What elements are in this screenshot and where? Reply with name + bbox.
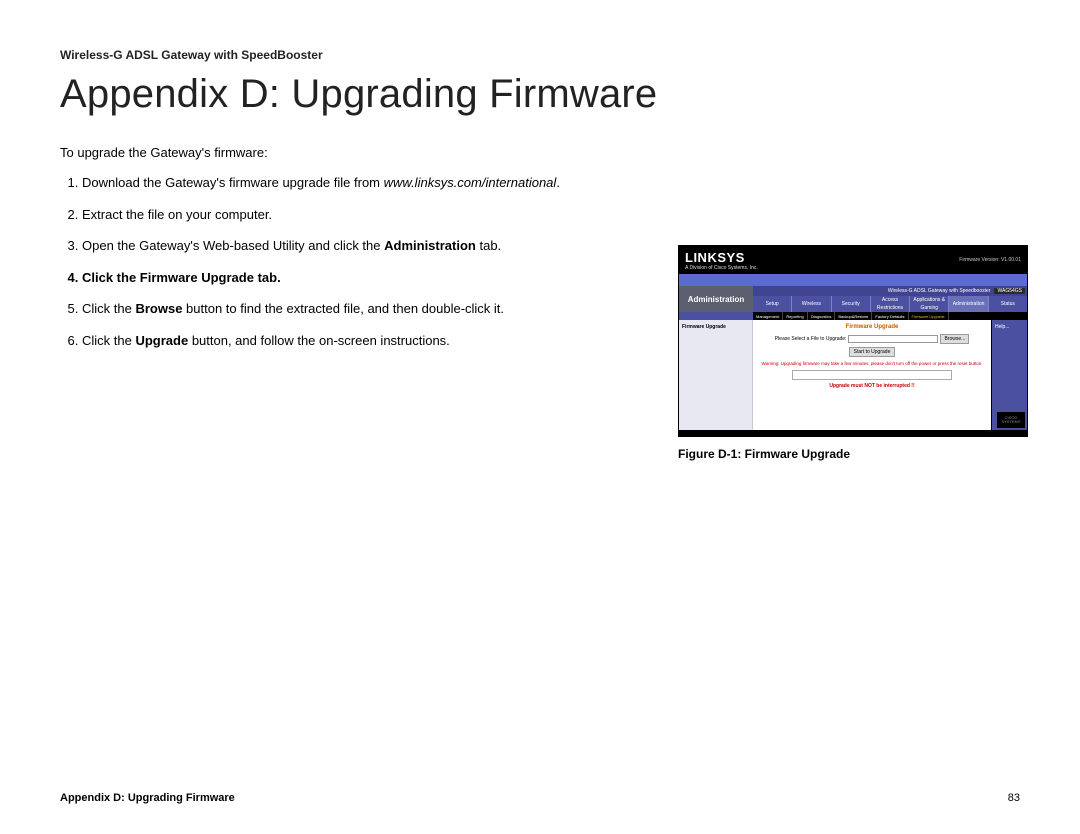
- model-badge: WAG54GS: [994, 288, 1025, 294]
- step-1: Download the Gateway's firmware upgrade …: [82, 174, 660, 192]
- firmware-version: Firmware Version: V1.00.01: [959, 257, 1021, 263]
- file-input[interactable]: [848, 335, 938, 343]
- step-6-bold: Upgrade: [135, 333, 188, 348]
- step-6-text-c: button, and follow the on-screen instruc…: [188, 333, 450, 348]
- blue-bar: [679, 274, 1027, 286]
- step-4-bold: Firmware Upgrade: [140, 270, 254, 285]
- logo-subtitle: A Division of Cisco Systems, Inc.: [685, 265, 758, 271]
- intro-text: To upgrade the Gateway's firmware:: [60, 145, 660, 160]
- help-link[interactable]: Help...: [995, 324, 1009, 330]
- tab-security[interactable]: Security: [831, 296, 870, 312]
- section-label: Administration: [679, 286, 753, 312]
- help-column: Help... CISCO SYSTEMS: [991, 320, 1027, 430]
- step-3-text-c: tab.: [476, 238, 501, 253]
- tab-setup[interactable]: Setup: [753, 296, 791, 312]
- steps-list: Download the Gateway's firmware upgrade …: [82, 174, 660, 349]
- step-5-text-a: Click the: [82, 301, 135, 316]
- text-column: To upgrade the Gateway's firmware: Downl…: [60, 145, 660, 461]
- step-6-text-a: Click the: [82, 333, 135, 348]
- subtab-backup-restore[interactable]: Backup&Restore: [835, 312, 872, 320]
- step-5-text-c: button to find the extracted file, and t…: [182, 301, 504, 316]
- page-footer: Appendix D: Upgrading Firmware 83: [60, 792, 1020, 804]
- content-columns: To upgrade the Gateway's firmware: Downl…: [60, 145, 1020, 461]
- step-5-bold: Browse: [135, 301, 182, 316]
- panel-title: Firmware Upgrade: [759, 324, 985, 330]
- figure-caption: Figure D-1: Firmware Upgrade: [678, 447, 850, 461]
- page-title: Appendix D: Upgrading Firmware: [60, 72, 1020, 117]
- step-2: Extract the file on your computer.: [82, 206, 660, 224]
- subtab-diagnostics[interactable]: Diagnostics: [808, 312, 836, 320]
- step-1-text-a: Download the Gateway's firmware upgrade …: [82, 175, 384, 190]
- step-3-bold: Administration: [384, 238, 476, 253]
- figure-column: LINKSYS A Division of Cisco Systems, Inc…: [678, 145, 1028, 461]
- router-screenshot: LINKSYS A Division of Cisco Systems, Inc…: [678, 245, 1028, 437]
- step-4-text-c: tab.: [254, 270, 281, 285]
- tab-administration[interactable]: Administration: [948, 296, 987, 312]
- footer-page-number: 83: [1008, 792, 1020, 804]
- page: Wireless-G ADSL Gateway with SpeedBooste…: [0, 0, 1080, 834]
- cisco-logo: CISCO SYSTEMS: [997, 412, 1025, 428]
- subtab-firmware-upgrade[interactable]: Firmware Upgrade: [909, 312, 949, 320]
- start-upgrade-button[interactable]: Start to Upgrade: [849, 347, 896, 357]
- step-4: Click the Firmware Upgrade tab.: [82, 269, 660, 287]
- sub-tabs: Management Reporting Diagnostics Backup&…: [753, 312, 1027, 320]
- side-label: Firmware Upgrade: [679, 320, 753, 430]
- progress-bar: [792, 370, 952, 380]
- step-6: Click the Upgrade button, and follow the…: [82, 332, 660, 350]
- interrupt-text: Upgrade must NOT be interrupted !!: [759, 383, 985, 389]
- browse-button[interactable]: Browse...: [940, 334, 969, 344]
- subtab-factory-defaults[interactable]: Factory Defaults: [872, 312, 908, 320]
- product-name-strip: Wireless-G ADSL Gateway with Speedbooste…: [888, 288, 991, 294]
- tab-access-restrictions[interactable]: Access Restrictions: [870, 296, 909, 312]
- subtab-reporting[interactable]: Reporting: [783, 312, 807, 320]
- step-1-link: www.linksys.com/international: [384, 175, 557, 190]
- subtab-management[interactable]: Management: [753, 312, 783, 320]
- screenshot-body: Firmware Upgrade Firmware Upgrade Please…: [679, 320, 1027, 430]
- step-1-text-c: .: [556, 175, 560, 190]
- footer-left: Appendix D: Upgrading Firmware: [60, 792, 235, 804]
- warning-text: Warning: Upgrading firmware may take a f…: [759, 361, 985, 366]
- tab-applications-gaming[interactable]: Applications & Gaming: [909, 296, 948, 312]
- linksys-logo: LINKSYS: [685, 250, 758, 265]
- product-strip: Wireless-G ADSL Gateway with Speedbooste…: [753, 286, 1027, 296]
- step-3-text-a: Open the Gateway's Web-based Utility and…: [82, 238, 384, 253]
- file-label: Please Select a File to Upgrade:: [775, 336, 847, 342]
- screenshot-header: LINKSYS A Division of Cisco Systems, Inc…: [679, 246, 1027, 274]
- step-4-text-a: Click the: [82, 270, 140, 285]
- tab-wireless[interactable]: Wireless: [791, 296, 830, 312]
- main-tabs: Setup Wireless Security Access Restricti…: [753, 296, 1027, 312]
- step-5: Click the Browse button to find the extr…: [82, 300, 660, 318]
- screenshot-bottom-bar: [679, 430, 1027, 436]
- main-panel: Firmware Upgrade Please Select a File to…: [753, 320, 991, 430]
- header-product-name: Wireless-G ADSL Gateway with SpeedBooste…: [60, 48, 1020, 62]
- nav-header: Administration Wireless-G ADSL Gateway w…: [679, 286, 1027, 320]
- logo-block: LINKSYS A Division of Cisco Systems, Inc…: [685, 250, 758, 271]
- nav-right: Wireless-G ADSL Gateway with Speedbooste…: [753, 286, 1027, 320]
- tab-status[interactable]: Status: [988, 296, 1027, 312]
- file-select-row: Please Select a File to Upgrade: Browse.…: [759, 334, 985, 344]
- step-3: Open the Gateway's Web-based Utility and…: [82, 237, 660, 255]
